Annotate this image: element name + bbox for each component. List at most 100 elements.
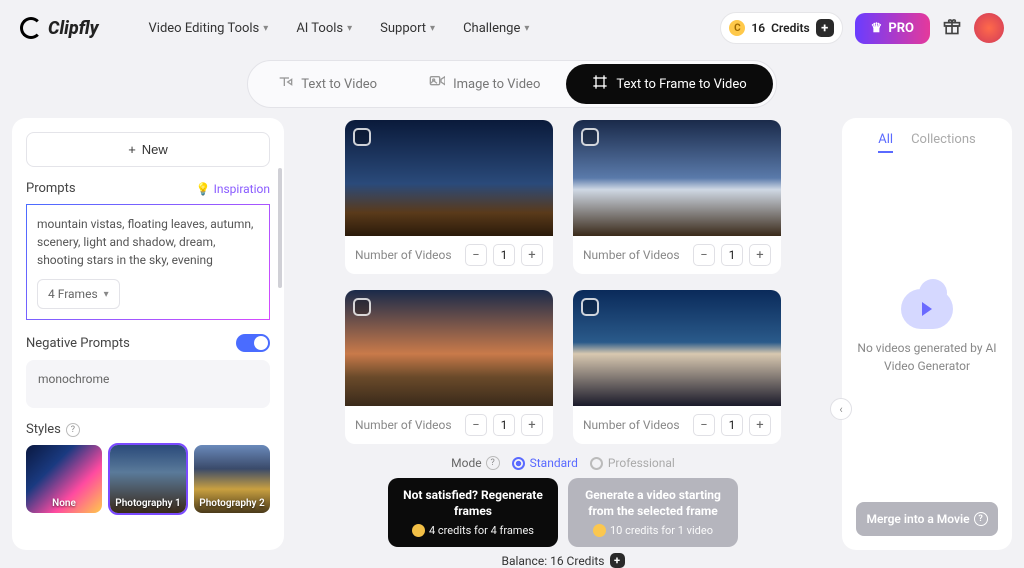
balance-row: Balance: 16 Credits + bbox=[501, 553, 624, 568]
chevron-down-icon: ▾ bbox=[524, 23, 529, 34]
style-label: Photography 2 bbox=[194, 498, 270, 509]
mode-standard-radio[interactable]: Standard bbox=[512, 456, 578, 470]
video-count-value: 1 bbox=[721, 244, 743, 266]
tab-all[interactable]: All bbox=[878, 132, 893, 153]
pro-label: PRO bbox=[888, 21, 914, 36]
mode-tabs: Text to Video Image to Video Text to Fra… bbox=[0, 60, 1024, 108]
empty-state-text: No videos generated by AI Video Generato… bbox=[856, 339, 998, 375]
frame-thumbnail[interactable] bbox=[573, 120, 781, 236]
frame-icon bbox=[592, 74, 608, 94]
increment-button[interactable]: + bbox=[521, 244, 543, 266]
style-none[interactable]: None bbox=[26, 445, 102, 513]
new-label: New bbox=[142, 142, 168, 157]
user-avatar[interactable] bbox=[974, 13, 1004, 43]
regenerate-title: Not satisfied? Regenerate frames bbox=[396, 488, 550, 519]
prompt-text: mountain vistas, floating leaves, autumn… bbox=[37, 215, 259, 269]
video-count-value: 1 bbox=[493, 244, 515, 266]
brand-logo[interactable]: Clipfly bbox=[20, 17, 99, 39]
styles-heading: Styles bbox=[26, 422, 61, 437]
frame-thumbnail[interactable] bbox=[345, 120, 553, 236]
cloud-play-icon bbox=[901, 289, 953, 329]
nav-label: Challenge bbox=[463, 21, 520, 36]
frame-card: Number of Videos − 1 + bbox=[573, 290, 781, 444]
prompt-input[interactable]: mountain vistas, floating leaves, autumn… bbox=[26, 204, 270, 320]
add-credits-button[interactable]: + bbox=[610, 553, 625, 568]
decrement-button[interactable]: − bbox=[693, 414, 715, 436]
increment-button[interactable]: + bbox=[749, 244, 771, 266]
video-count-stepper: − 1 + bbox=[693, 414, 771, 436]
image-icon bbox=[429, 74, 445, 94]
bulb-icon: 💡 bbox=[196, 182, 211, 196]
help-icon[interactable]: ? bbox=[66, 423, 80, 437]
frame-card: Number of Videos − 1 + bbox=[345, 290, 553, 444]
decrement-button[interactable]: − bbox=[465, 414, 487, 436]
style-photography-1[interactable]: Photography 1 bbox=[110, 445, 186, 513]
scrollbar[interactable] bbox=[278, 168, 282, 288]
mode-label: Mode bbox=[451, 456, 481, 470]
style-label: None bbox=[26, 498, 102, 509]
chevron-down-icon: ▾ bbox=[104, 287, 109, 302]
frames-count-select[interactable]: 4 Frames ▾ bbox=[37, 279, 120, 309]
nav-video-editing-tools[interactable]: Video Editing Tools ▾ bbox=[149, 21, 269, 36]
generate-video-button[interactable]: Generate a video starting from the selec… bbox=[568, 478, 738, 547]
regenerate-frames-button[interactable]: Not satisfied? Regenerate frames 4 credi… bbox=[388, 478, 558, 547]
new-button[interactable]: + New bbox=[26, 132, 270, 167]
right-tabs: All Collections bbox=[856, 132, 998, 153]
pro-button[interactable]: ♛ PRO bbox=[855, 13, 930, 44]
num-videos-label: Number of Videos bbox=[355, 248, 452, 262]
nav-support[interactable]: Support ▾ bbox=[380, 21, 435, 36]
frame-thumbnail[interactable] bbox=[345, 290, 553, 406]
tab-image-to-video[interactable]: Image to Video bbox=[403, 64, 566, 104]
empty-state: No videos generated by AI Video Generato… bbox=[856, 161, 998, 502]
mode-professional-label: Professional bbox=[608, 456, 675, 470]
credits-label: Credits bbox=[771, 21, 810, 35]
frame-card: Number of Videos − 1 + bbox=[345, 120, 553, 274]
tab-label: Image to Video bbox=[453, 77, 540, 92]
increment-button[interactable]: + bbox=[521, 414, 543, 436]
frame-checkbox[interactable] bbox=[581, 128, 599, 146]
main-layout: + New Prompts 💡 Inspiration mountain vis… bbox=[0, 118, 1024, 568]
video-count-value: 1 bbox=[721, 414, 743, 436]
nav-ai-tools[interactable]: AI Tools ▾ bbox=[296, 21, 352, 36]
merge-label: Merge into a Movie bbox=[866, 512, 969, 526]
frames-select-label: 4 Frames bbox=[48, 285, 98, 303]
help-icon[interactable]: ? bbox=[486, 456, 500, 470]
decrement-button[interactable]: − bbox=[465, 244, 487, 266]
balance-label: Balance: 16 Credits bbox=[501, 554, 604, 568]
frame-thumbnail[interactable] bbox=[573, 290, 781, 406]
mode-professional-radio[interactable]: Professional bbox=[590, 456, 675, 470]
tab-collections[interactable]: Collections bbox=[911, 132, 976, 153]
frame-checkbox[interactable] bbox=[353, 298, 371, 316]
num-videos-label: Number of Videos bbox=[583, 418, 680, 432]
increment-button[interactable]: + bbox=[749, 414, 771, 436]
style-label: Photography 1 bbox=[110, 498, 186, 509]
frame-checkbox[interactable] bbox=[353, 128, 371, 146]
tab-text-to-frame-to-video[interactable]: Text to Frame to Video bbox=[566, 64, 772, 104]
video-count-stepper: − 1 + bbox=[693, 244, 771, 266]
radio-icon bbox=[590, 457, 603, 470]
brand-name: Clipfly bbox=[48, 18, 99, 39]
video-count-stepper: − 1 + bbox=[465, 414, 543, 436]
tab-text-to-video[interactable]: Text to Video bbox=[251, 64, 403, 104]
negative-prompt-input[interactable]: monochrome bbox=[26, 360, 270, 408]
add-credits-button[interactable]: + bbox=[816, 19, 834, 37]
gift-icon[interactable] bbox=[942, 16, 962, 41]
main-nav: Video Editing Tools ▾ AI Tools ▾ Support… bbox=[149, 21, 530, 36]
nav-label: AI Tools bbox=[296, 21, 343, 36]
inspiration-label: Inspiration bbox=[214, 182, 270, 196]
frames-grid: Number of Videos − 1 + Number of Videos … bbox=[345, 120, 781, 444]
frame-card: Number of Videos − 1 + bbox=[573, 120, 781, 274]
nav-challenge[interactable]: Challenge ▾ bbox=[463, 21, 529, 36]
credits-badge[interactable]: C 16 Credits + bbox=[720, 12, 842, 44]
negative-prompts-toggle[interactable] bbox=[236, 334, 270, 352]
text-icon bbox=[277, 74, 293, 94]
num-videos-label: Number of Videos bbox=[355, 418, 452, 432]
logo-icon bbox=[20, 17, 42, 39]
app-header: Clipfly Video Editing Tools ▾ AI Tools ▾… bbox=[0, 0, 1024, 56]
inspiration-link[interactable]: 💡 Inspiration bbox=[196, 182, 270, 196]
prev-arrow[interactable]: ‹ bbox=[830, 398, 852, 420]
style-photography-2[interactable]: Photography 2 bbox=[194, 445, 270, 513]
decrement-button[interactable]: − bbox=[693, 244, 715, 266]
frame-checkbox[interactable] bbox=[581, 298, 599, 316]
chevron-down-icon: ▾ bbox=[430, 23, 435, 34]
